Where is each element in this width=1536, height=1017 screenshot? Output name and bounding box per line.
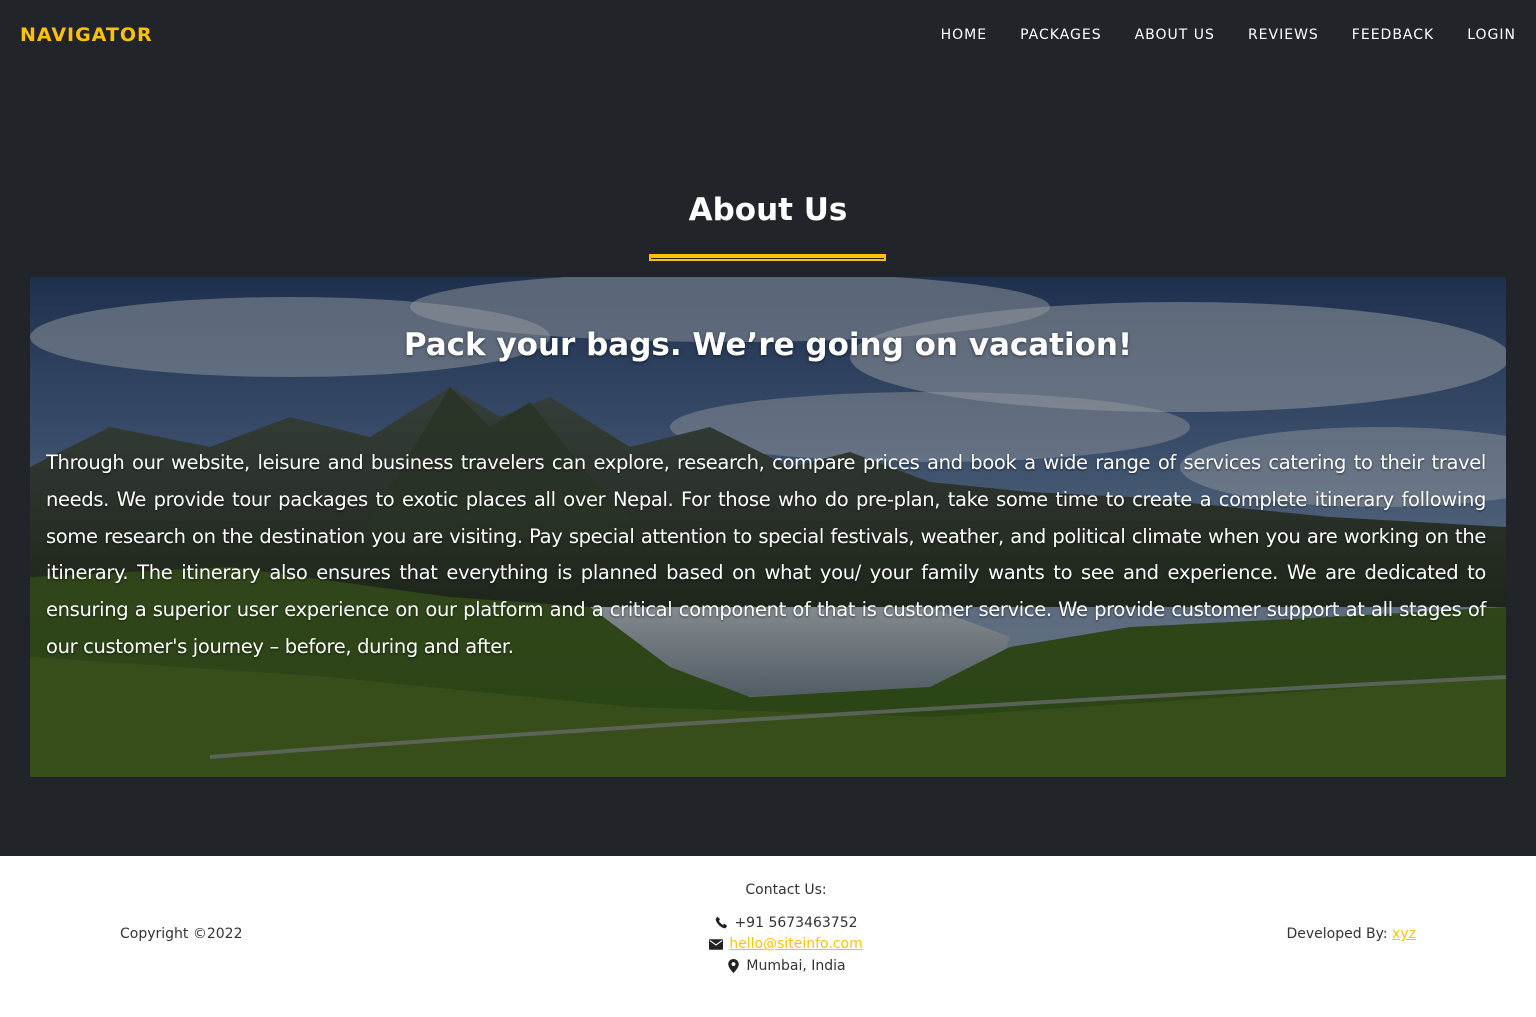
nav-home-link[interactable]: HOME <box>941 27 987 43</box>
about-hero-card: Pack your bags. We’re going on vacation!… <box>30 277 1506 777</box>
contact-block: Contact Us: +91 5673463752 hello@siteinf… <box>620 882 952 977</box>
developed-by: Developed By: xyz <box>1286 926 1416 942</box>
nav-login-link[interactable]: LOGIN <box>1467 27 1516 43</box>
developed-label: Developed By: <box>1286 926 1388 942</box>
about-description: Through our website, leisure and busines… <box>46 451 1486 658</box>
copyright-text: Copyright ©2022 <box>120 926 243 942</box>
nav-reviews-link[interactable]: REVIEWS <box>1248 27 1319 43</box>
nav-packages-link[interactable]: PACKAGES <box>1020 27 1102 43</box>
contact-location-row: Mumbai, India <box>620 955 952 977</box>
contact-title: Contact Us: <box>745 882 827 898</box>
brand-logo[interactable]: NAVIGATOR <box>20 24 153 46</box>
nav-feedback-link[interactable]: FEEDBACK <box>1352 27 1434 43</box>
phone-icon <box>714 916 728 930</box>
nav-about-link[interactable]: ABOUT US <box>1135 27 1215 43</box>
email-link[interactable]: hello@siteinfo.com <box>729 936 862 952</box>
hero-heading: Pack your bags. We’re going on vacation! <box>403 327 1133 363</box>
footer: Copyright ©2022 Contact Us: +91 56734637… <box>0 856 1536 1017</box>
location-text: Mumbai, India <box>746 957 846 974</box>
envelope-icon <box>709 937 724 951</box>
title-underline <box>649 254 886 261</box>
developer-link[interactable]: xyz <box>1392 926 1416 942</box>
map-marker-icon <box>726 958 740 973</box>
phone-number: +91 5673463752 <box>734 914 858 931</box>
navbar: NAVIGATOR HOME PACKAGES ABOUT US REVIEWS… <box>0 0 1536 70</box>
contact-phone-row: +91 5673463752 <box>620 912 952 934</box>
contact-email-row: hello@siteinfo.com <box>620 934 952 956</box>
nav-links: HOME PACKAGES ABOUT US REVIEWS FEEDBACK … <box>908 27 1516 43</box>
about-title: About Us <box>688 192 848 228</box>
